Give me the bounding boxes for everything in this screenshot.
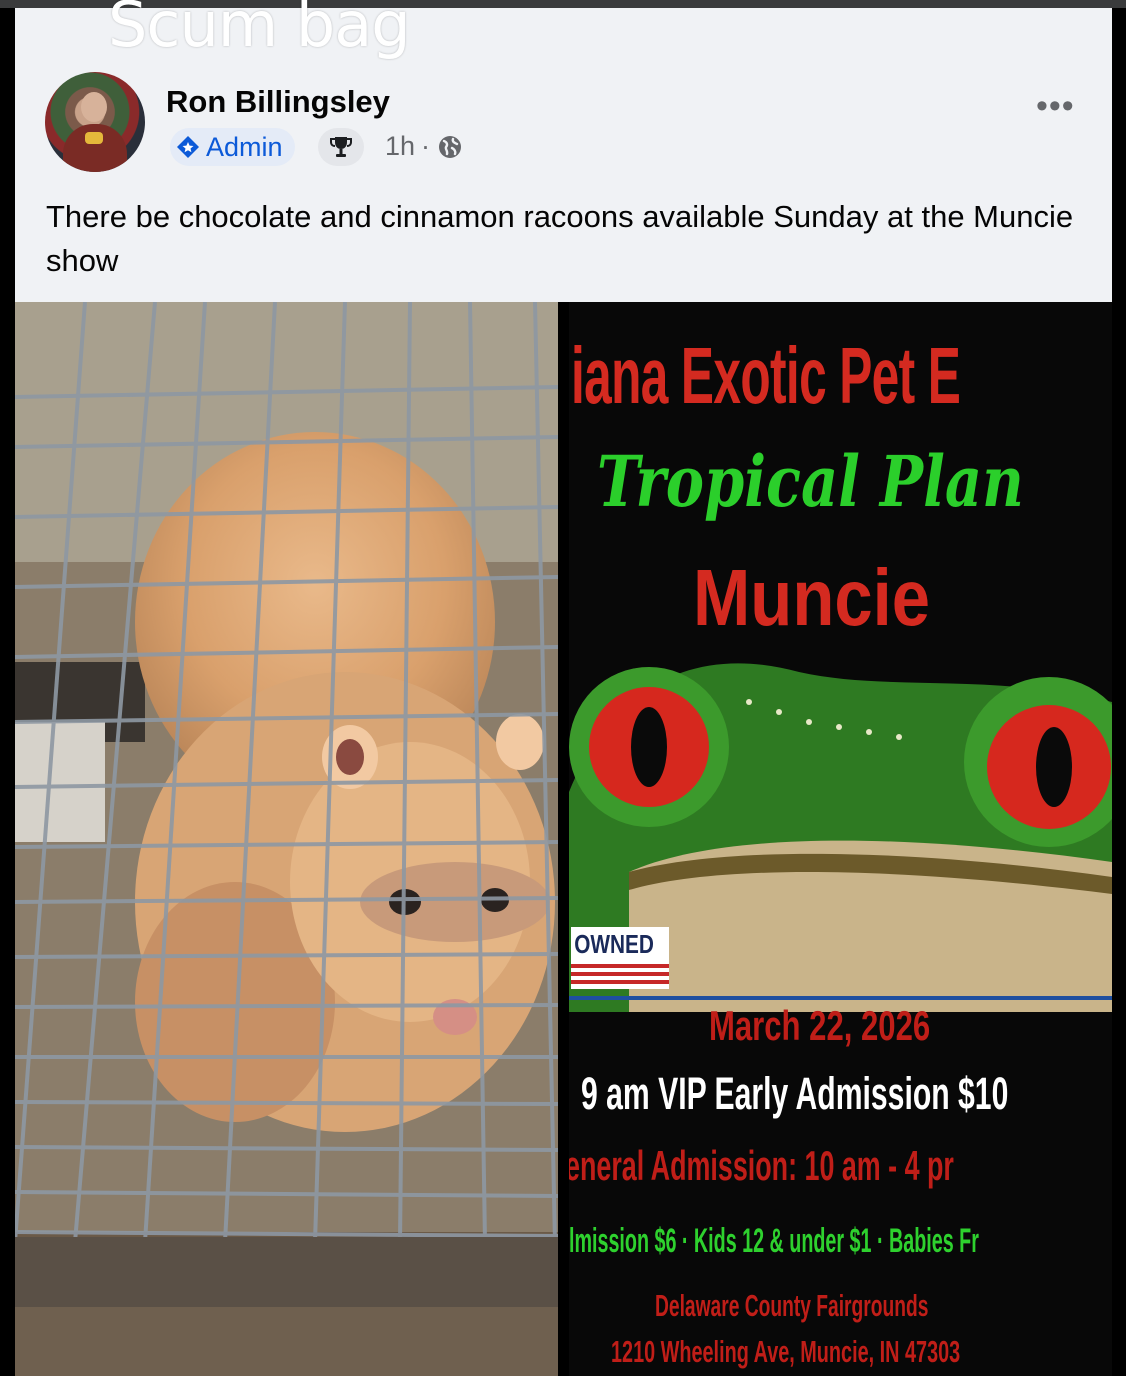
trophy-icon <box>330 137 352 157</box>
flyer-vip: 9 am VIP Early Admission $10 <box>581 1068 1009 1119</box>
flyer-address: 1210 Wheeling Ave, Muncie, IN 47303 <box>611 1334 961 1369</box>
flyer-title-line2: Tropical Plan <box>597 440 1024 523</box>
meta-separator: · <box>421 131 431 161</box>
owned-badge: OWNED <box>571 927 669 989</box>
shield-icon <box>177 136 199 158</box>
post-meta: 1h · <box>385 131 464 162</box>
trophy-badge[interactable] <box>318 128 364 166</box>
post-text: There be chocolate and cinnamon racoons … <box>46 199 1074 278</box>
flyer-city: Muncie <box>693 553 931 642</box>
flyer-venue: Delaware County Fairgrounds <box>655 1288 929 1323</box>
timestamp[interactable]: 1h <box>385 131 415 162</box>
flyer-title-line1: iana Exotic Pet E <box>571 331 961 420</box>
raccoon-image <box>15 302 558 1376</box>
photo-flyer[interactable]: iana Exotic Pet E Tropical Plan Muncie O… <box>569 302 1112 1376</box>
more-options-icon[interactable]: ••• <box>1036 87 1075 126</box>
flyer-general: eneral Admission: 10 am - 4 pr <box>569 1142 954 1189</box>
author-name[interactable]: Ron Billingsley <box>166 84 390 120</box>
admin-badge[interactable]: Admin <box>170 128 295 166</box>
photo-raccoon[interactable] <box>15 302 558 1376</box>
flyer-date: March 22, 2026 <box>709 1002 931 1049</box>
avatar[interactable] <box>45 72 145 172</box>
owned-badge-label: OWNED <box>571 927 654 962</box>
overlay-caption: Scum bag <box>108 0 411 61</box>
admin-badge-label: Admin <box>206 131 283 162</box>
globe-icon[interactable] <box>436 133 464 161</box>
flyer-prices: lmission $6 · Kids 12 & under $1 · Babie… <box>569 1222 979 1260</box>
flyer-divider <box>569 996 1112 1000</box>
